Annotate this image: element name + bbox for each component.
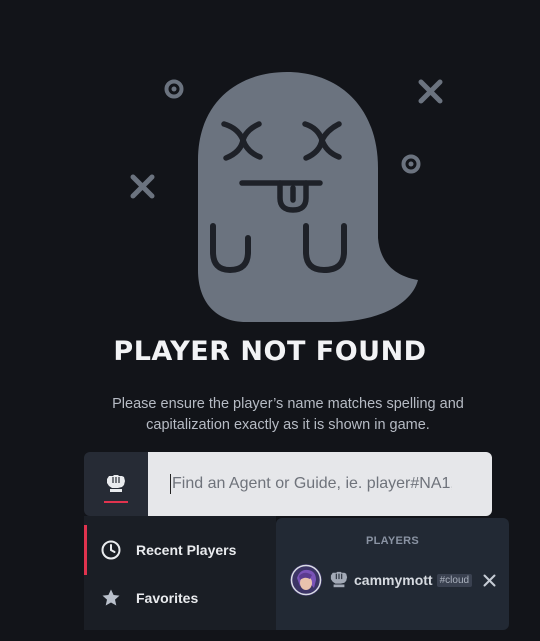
section-label: PLAYERS: [365, 535, 420, 547]
nav-label: Favorites: [136, 590, 199, 606]
player-search-bar: [84, 452, 492, 516]
close-icon: [483, 574, 496, 586]
clock-icon: [100, 539, 122, 561]
decor-x-icon: [130, 174, 155, 199]
avatar: [290, 564, 322, 596]
players-panel: PLAYERS cammymott #cloud: [276, 518, 509, 630]
not-found-message: Please ensure the player’s name matches …: [112, 396, 464, 433]
text-caret: [170, 474, 171, 494]
recent-player-item[interactable]: cammymott #cloud: [290, 563, 496, 597]
page-title: PLAYER NOT FOUND: [113, 336, 427, 367]
player-name: cammymott: [354, 572, 433, 588]
search-field[interactable]: [148, 452, 492, 516]
player-tag: #cloud: [436, 573, 473, 587]
search-dropdown: Recent Players Favorites PLAYERS cammymo…: [84, 516, 509, 630]
remove-player-button[interactable]: [482, 573, 496, 587]
platform-underline: [104, 501, 128, 503]
nav-label: Recent Players: [136, 542, 237, 558]
ghost-illustration: [130, 72, 443, 322]
riot-fist-icon: [330, 571, 348, 588]
search-input[interactable]: [172, 475, 452, 493]
nav-favorites[interactable]: Favorites: [84, 573, 276, 623]
dropdown-nav: Recent Players Favorites: [84, 516, 276, 630]
decor-x-icon: [418, 79, 443, 104]
riot-fist-icon: [107, 475, 125, 492]
platform-selector[interactable]: [84, 452, 148, 516]
nav-recent-players[interactable]: Recent Players: [84, 525, 279, 575]
star-icon: [100, 587, 122, 609]
